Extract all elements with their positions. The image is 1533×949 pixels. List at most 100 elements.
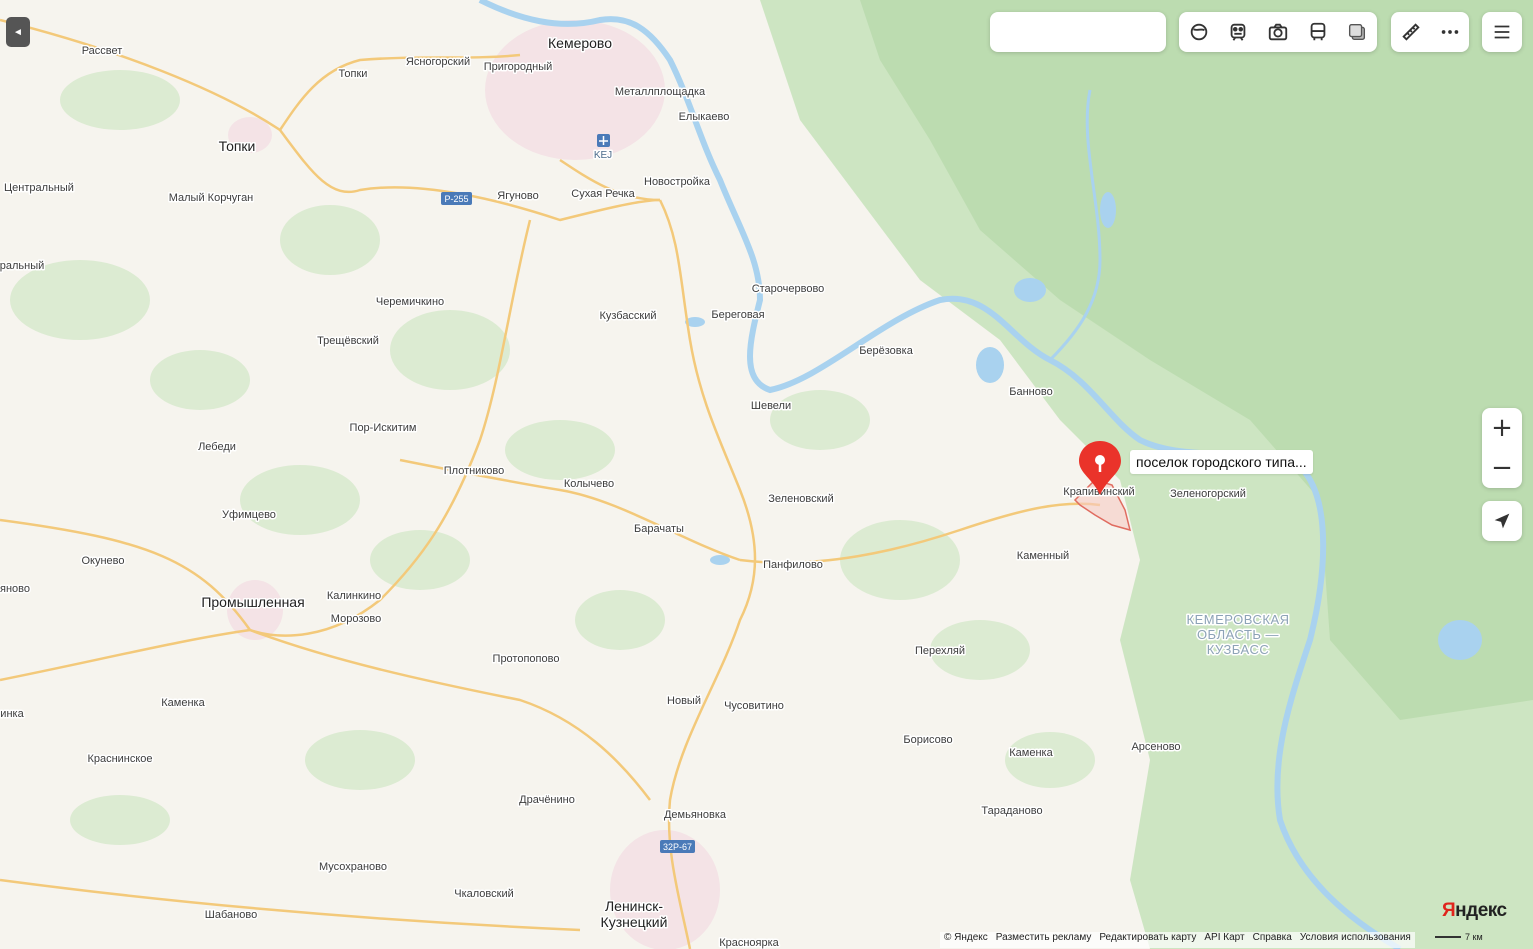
place-label: Колычево: [564, 478, 614, 490]
place-label: Протопопово: [493, 653, 560, 665]
place-label: Ягуново: [497, 190, 539, 202]
collapse-panel-button[interactable]: ◄: [6, 17, 30, 47]
place-label: Краснинское: [87, 753, 152, 765]
zoom-in-button[interactable]: +: [1482, 408, 1522, 448]
place-label: Арсеново: [1131, 741, 1180, 753]
svg-text:32Р-67: 32Р-67: [663, 842, 692, 852]
place-label: Топки: [339, 68, 368, 80]
place-label: Красноярка: [719, 937, 779, 949]
scale-bar: 7 км: [1435, 932, 1483, 942]
place-label: Сухая Речка: [571, 188, 635, 200]
region-label: КУЗБАСС: [1207, 642, 1269, 657]
place-label: Берёзовка: [859, 345, 914, 357]
lake: [1014, 278, 1046, 302]
terms-link[interactable]: Условия использования: [1300, 932, 1411, 948]
city-label: Промышленная: [201, 594, 304, 610]
transport-bus-icon[interactable]: [1298, 12, 1338, 52]
zoom-out-button[interactable]: −: [1482, 448, 1522, 488]
geolocation-arrow-icon[interactable]: [1482, 501, 1522, 541]
city-label: Топки: [219, 138, 256, 154]
zoom-control: + −: [1482, 408, 1522, 488]
place-label: Панфилово: [763, 559, 823, 571]
place-label: Старочервово: [752, 283, 825, 295]
place-label: Драчёнино: [519, 794, 575, 806]
road-shield: Р-255: [441, 192, 472, 205]
svg-text:Р-255: Р-255: [444, 194, 468, 204]
search-input[interactable]: [990, 12, 1166, 52]
place-label: Перехляй: [915, 645, 965, 657]
place-label: Чкаловский: [454, 888, 514, 900]
place-label: Береговая: [711, 309, 764, 321]
scale-label: 7 км: [1465, 932, 1483, 942]
airport-label: KEJ: [594, 150, 612, 161]
place-label: Плотниково: [444, 465, 504, 477]
place-label: Зеленовский: [768, 493, 833, 505]
city-label: Кузнецкий: [601, 914, 668, 930]
place-label: яново: [0, 583, 30, 595]
place-label: Чусовитино: [724, 700, 784, 712]
edit-map-link[interactable]: Редактировать карту: [1099, 932, 1196, 948]
place-label: Кузбасский: [599, 310, 656, 322]
place-label: Банново: [1009, 386, 1052, 398]
place-label: Черемичкино: [376, 296, 444, 308]
more-icon[interactable]: [1430, 12, 1469, 52]
airport-icon[interactable]: [597, 134, 610, 147]
place-label: Тараданово: [981, 805, 1042, 817]
yandex-logo[interactable]: Яндекс: [1442, 900, 1507, 922]
map-canvas[interactable]: Кемерово Топки Промышленная Ленинск- Куз…: [0, 0, 1533, 949]
traffic-icon[interactable]: [1219, 12, 1259, 52]
place-label: Демьяновка: [664, 809, 727, 821]
place-label: Пор-Искитим: [350, 422, 417, 434]
place-label: Окунево: [81, 555, 124, 567]
place-label: ральный: [0, 260, 44, 272]
help-link[interactable]: Справка: [1253, 932, 1292, 948]
lake: [1438, 620, 1482, 660]
city-label: Кемерово: [548, 35, 612, 51]
city-label: Ленинск-: [605, 898, 663, 914]
place-label: Уфимцево: [222, 509, 276, 521]
copyright-link[interactable]: © Яндекс: [944, 932, 988, 948]
place-label: инка: [0, 708, 24, 720]
scale-line: [1435, 936, 1461, 938]
place-label: Мусохраново: [319, 861, 387, 873]
place-label: Елыкаево: [679, 111, 730, 123]
hamburger-menu-icon[interactable]: [1482, 12, 1522, 52]
layers-toolbar: [1179, 12, 1377, 52]
geolocation-control: [1482, 501, 1522, 541]
place-label: Морозово: [331, 613, 381, 625]
place-label: Каменка: [1009, 747, 1053, 759]
place-label: Металлплощадка: [615, 86, 706, 98]
map-layer-toggle-icon[interactable]: [1337, 12, 1377, 52]
road-shield: 32Р-67: [660, 840, 695, 853]
menu-toolbar: [1482, 12, 1522, 52]
place-label: Центральный: [4, 182, 74, 194]
layers-icon[interactable]: [1179, 12, 1219, 52]
location-pin-icon[interactable]: [1077, 439, 1123, 497]
region-label: КЕМЕРОВСКАЯ: [1187, 612, 1290, 627]
place-label: Шевели: [751, 400, 791, 412]
lake: [1100, 192, 1116, 228]
panorama-camera-icon[interactable]: [1258, 12, 1298, 52]
place-label: Зеленогорский: [1170, 488, 1246, 500]
place-label: Лебеди: [198, 441, 236, 453]
marker-label[interactable]: поселок городского типа...: [1130, 450, 1313, 474]
place-label: Малый Корчуган: [169, 192, 254, 204]
place-label: Каменный: [1017, 550, 1069, 562]
region-label: ОБЛАСТЬ —: [1197, 627, 1279, 642]
lake: [976, 347, 1004, 383]
place-label: Ясногорский: [406, 56, 470, 68]
place-label: Новый: [667, 695, 701, 707]
place-label: Борисово: [903, 734, 952, 746]
place-label: Барачаты: [634, 523, 684, 535]
place-label: Новостройка: [644, 176, 711, 188]
footer-links: © Яндекс Разместить рекламу Редактироват…: [940, 932, 1415, 948]
place-label: Шабаново: [205, 909, 257, 921]
api-link[interactable]: API Карт: [1204, 932, 1244, 948]
ads-link[interactable]: Разместить рекламу: [996, 932, 1092, 948]
tools-toolbar: [1391, 12, 1469, 52]
place-label: Рассвет: [82, 45, 123, 57]
place-label: Трещёвский: [317, 335, 379, 347]
ruler-icon[interactable]: [1391, 12, 1430, 52]
place-label: Калинкино: [327, 590, 381, 602]
place-label: Пригородный: [484, 61, 553, 73]
